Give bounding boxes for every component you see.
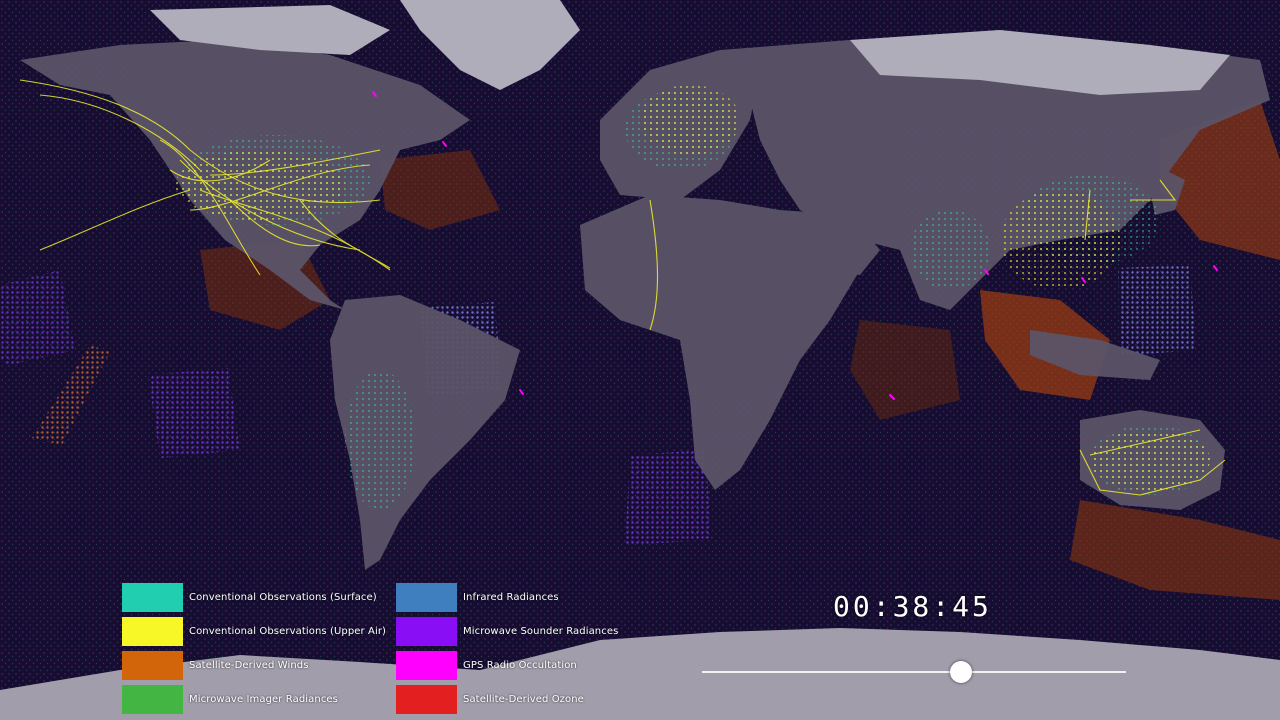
legend-label-ozone: Satellite-Derived Ozone [463, 693, 584, 705]
timeline-slider-thumb[interactable] [949, 661, 972, 683]
legend-label-upper-air: Conventional Observations (Upper Air) [189, 625, 387, 637]
legend-item-infrared: Infrared Radiances [396, 582, 618, 612]
legend-right-column: Infrared Radiances Microwave Sounder Rad… [396, 582, 618, 718]
legend-swatch-surface [122, 582, 183, 612]
legend-label-winds: Satellite-Derived Winds [189, 659, 309, 671]
legend-label-microwave-sounder: Microwave Sounder Radiances [463, 625, 619, 637]
legend-item-microwave-sounder: Microwave Sounder Radiances [396, 616, 618, 646]
visualization-stage: Conventional Observations (Surface) Conv… [0, 0, 1280, 720]
legend-label-microwave-imager: Microwave Imager Radiances [189, 693, 338, 705]
legend-item-microwave-imager: Microwave Imager Radiances [122, 684, 386, 714]
legend-item-upper-air: Conventional Observations (Upper Air) [122, 616, 386, 646]
legend-swatch-gps [396, 650, 457, 680]
legend-label-infrared: Infrared Radiances [463, 591, 559, 603]
timeline-slider[interactable] [702, 661, 1126, 683]
legend-swatch-microwave-imager [122, 684, 183, 714]
legend-item-surface: Conventional Observations (Surface) [122, 582, 386, 612]
imager-swath-west-pacific [1118, 265, 1196, 356]
legend-swatch-upper-air [122, 616, 183, 646]
elapsed-time-display: 00:38:45 [833, 590, 992, 623]
legend-label-surface: Conventional Observations (Surface) [189, 591, 377, 603]
legend-swatch-ozone [396, 684, 457, 714]
legend-item-gps: GPS Radio Occultation [396, 650, 618, 680]
legend-swatch-infrared [396, 582, 457, 612]
legend-label-gps: GPS Radio Occultation [463, 659, 577, 671]
legend-left-column: Conventional Observations (Surface) Conv… [122, 582, 386, 718]
legend-item-winds: Satellite-Derived Winds [122, 650, 386, 680]
sounder-swath-pacific-south [148, 368, 240, 458]
legend-swatch-winds [122, 650, 183, 680]
legend-item-ozone: Satellite-Derived Ozone [396, 684, 618, 714]
legend-swatch-microwave-sounder [396, 616, 457, 646]
